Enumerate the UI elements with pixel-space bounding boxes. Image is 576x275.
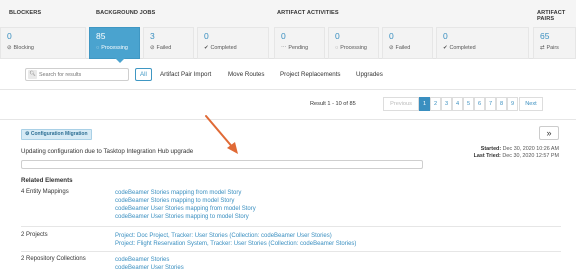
related-elements-heading: Related Elements [21,177,73,184]
repository-collections-label: 2 Repository Collections [21,256,86,262]
related-link[interactable]: codeBeamer User Stories [115,264,184,272]
projects-label: 2 Projects [21,232,48,238]
related-link[interactable]: codeBeamer User Stories mapping from mod… [115,205,256,213]
divider [21,251,561,252]
related-link[interactable]: codeBeamer Stories [115,256,184,264]
repository-collections-links: codeBeamer Stories codeBeamer User Stori… [115,256,184,272]
related-link[interactable]: codeBeamer Stories mapping from model St… [115,189,256,197]
entity-mappings-links: codeBeamer Stories mapping from model St… [115,189,256,221]
related-link[interactable]: codeBeamer Stories mapping to model Stor… [115,197,256,205]
related-link[interactable]: Project: Flight Reservation System, Trac… [115,240,356,248]
divider [21,226,561,227]
projects-links: Project: Doc Project, Tracker: User Stor… [115,232,356,248]
related-link[interactable]: codeBeamer User Stories mapping to model… [115,213,256,221]
related-link[interactable]: Project: Doc Project, Tracker: User Stor… [115,232,356,240]
entity-mappings-label: 4 Entity Mappings [21,189,69,195]
